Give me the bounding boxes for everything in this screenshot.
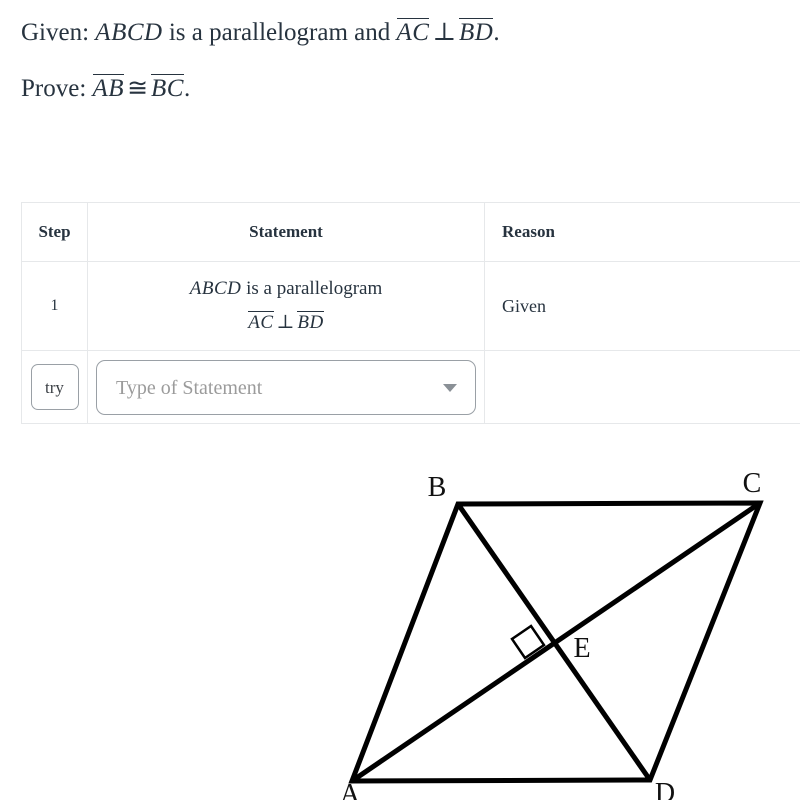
prove-line: Prove: AB ≅ BC. [21,72,791,106]
statement-cell: ABCD is a parallelogram AC ⊥ BD [87,261,485,351]
table-row: 1 ABCD is a parallelogram AC ⊥ BD Given [21,261,800,351]
parallelogram-diagram: B C D A E [340,468,764,800]
statement-perpendicular-symbol: ⊥ [276,312,295,333]
reason-input-cell[interactable] [484,350,800,424]
table-header-row: Step Statement Reason [21,202,800,262]
vertex-label-b: B [428,472,447,503]
try-button[interactable]: try [30,364,79,410]
perpendicular-symbol: ⊥ [432,19,456,46]
statement-segment-bd: BD [297,311,324,333]
congruent-symbol: ≅ [127,75,149,102]
proof-table: Step Statement Reason 1 ABCD is a parall… [21,202,800,424]
diagonal-bd [455,502,653,782]
given-period: . [493,19,500,46]
statement-type-select[interactable]: Type of Statement [96,359,476,415]
vertex-label-c: C [743,468,762,499]
chevron-down-icon[interactable] [443,384,457,392]
try-cell: try [21,350,88,424]
statement-text: is a parallelogram [246,278,383,299]
problem-statement: Given: ABCD is a parallelogram and AC ⊥ BD… [21,16,791,128]
statement-type-cell: Type of Statement [87,350,485,424]
statement-segment-ac: AC [248,311,274,333]
prove-segment-ab: AB [92,74,125,102]
given-segment-ac: AC [396,18,430,46]
vertex-label-a: A [340,779,361,800]
statement-type-placeholder: Type of Statement [116,376,263,399]
step-number: 1 [21,261,88,351]
prove-period: . [183,75,191,102]
geometry-figure: B C D A E [0,455,800,800]
statement-shape: ABCD [189,278,242,299]
column-header-reason: Reason [484,202,800,262]
given-line: Given: ABCD is a parallelogram and AC ⊥ BD… [21,16,791,50]
statement-input-row: try Type of Statement [21,350,800,424]
given-shape: ABCD [95,19,163,46]
vertex-label-e: E [573,633,590,664]
prove-label: Prove: [21,75,87,102]
column-header-statement: Statement [87,202,485,262]
given-label: Given: [21,19,90,46]
vertex-label-d: D [655,778,675,800]
column-header-step: Step [21,202,88,262]
prove-segment-bc: BC [151,74,184,102]
reason-cell: Given [484,261,800,351]
statement-line-1: ABCD is a parallelogram [98,274,474,304]
given-segment-bd: BD [458,18,494,46]
statement-line-2: AC ⊥ BD [98,308,474,338]
given-middle-text: is a parallelogram and [168,19,391,46]
